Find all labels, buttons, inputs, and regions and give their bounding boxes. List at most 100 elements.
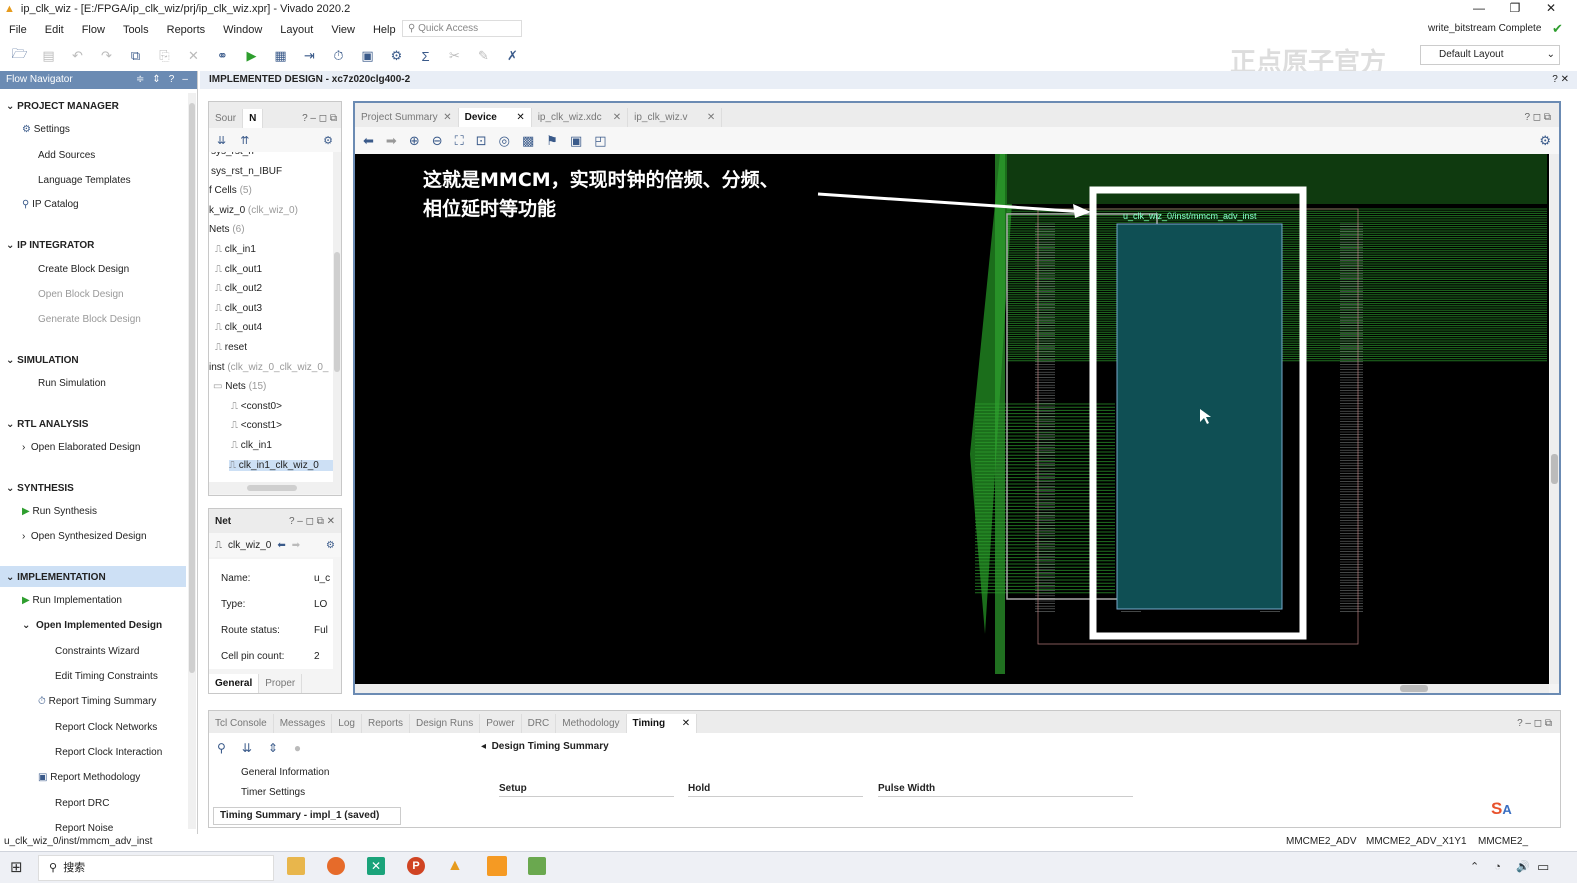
run-icon[interactable]: ▶ <box>242 47 261 65</box>
tab-log[interactable]: Log <box>332 714 362 733</box>
nav-open-block-design[interactable]: Open Block Design <box>38 289 124 300</box>
tab-project-summary[interactable]: Project Summary ✕ <box>355 108 459 127</box>
netlist-row[interactable]: inst (clk_wiz_0_clk_wiz_0_ <box>209 362 329 373</box>
search-icon[interactable]: ⚲ <box>217 741 226 755</box>
menu-help[interactable]: Help <box>364 24 405 36</box>
back-icon[interactable]: ⬅ <box>277 540 285 551</box>
forward-icon[interactable]: ➡ <box>386 133 397 149</box>
zoom-out-icon[interactable]: ⊖ <box>432 133 443 149</box>
netlist-row[interactable]: ⎍ clk_in1 <box>231 440 272 451</box>
minimize-icon[interactable]: — <box>1461 0 1497 18</box>
nav-open-implemented[interactable]: ⌄ Open Implemented Design <box>22 620 162 631</box>
nav-report-noise[interactable]: Report Noise <box>55 823 113 834</box>
section-project-manager[interactable]: ⌄ PROJECT MANAGER <box>6 101 119 112</box>
menu-edit[interactable]: Edit <box>36 24 73 36</box>
tab-tcl-console[interactable]: Tcl Console <box>209 714 274 733</box>
panel-controls-icon[interactable]: ≑⇕?– <box>136 71 196 89</box>
device-hscrollbar[interactable] <box>355 684 1549 693</box>
back-icon[interactable]: ⬅ <box>363 133 374 149</box>
netlist-row[interactable]: ⎍ <const1> <box>231 420 282 431</box>
gear-icon[interactable]: ⚙ <box>323 134 333 147</box>
layout-select[interactable]: Default Layout ⌄ <box>1420 45 1560 65</box>
section-implementation[interactable]: ⌄ IMPLEMENTATION <box>6 572 106 583</box>
tab-drc[interactable]: DRC <box>522 714 557 733</box>
nav-run-synthesis[interactable]: ▶ Run Synthesis <box>22 506 97 517</box>
expand-all-icon[interactable]: ⇈ <box>240 134 249 147</box>
maximize-icon[interactable]: ❐ <box>1497 0 1533 18</box>
device-view[interactable]: u_clk_wiz_0/inst/mmcm_adv_inst 这就是MMCM，实… <box>355 154 1549 684</box>
nav-run-implementation[interactable]: ▶ Run Implementation <box>22 595 122 606</box>
netlist-row[interactable]: ⎍ clk_in1 <box>215 244 256 255</box>
tab-reports[interactable]: Reports <box>362 714 410 733</box>
gear-icon[interactable]: ⚙ <box>1539 133 1551 149</box>
delete-icon[interactable]: ✕ <box>184 47 203 65</box>
nav-edit-timing[interactable]: Edit Timing Constraints <box>55 671 158 682</box>
netlist-row[interactable]: sys_rst_n <box>211 152 254 157</box>
tools-icon[interactable]: ✗ <box>503 47 522 65</box>
highlight-icon[interactable]: ◰ <box>594 133 606 149</box>
undo-icon[interactable]: ↶ <box>68 47 87 65</box>
nav-report-timing[interactable]: ⏱ Report Timing Summary <box>38 696 156 707</box>
netlist-row[interactable]: ⎍ <const0> <box>231 401 282 412</box>
powerpoint-icon[interactable]: P <box>407 857 425 875</box>
vivado-icon[interactable]: ▲ <box>447 857 463 875</box>
device-vscrollbar[interactable] <box>1550 154 1559 684</box>
tab-verilog[interactable]: ip_clk_wiz.v ✕ <box>628 108 723 127</box>
zoom-in-icon[interactable]: ⊕ <box>409 133 420 149</box>
flag-icon[interactable]: ⚑ <box>546 133 558 149</box>
quick-access-input[interactable]: ⚲ Quick Access <box>402 20 522 37</box>
tab-messages[interactable]: Messages <box>274 714 333 733</box>
nav-add-sources[interactable]: Add Sources <box>38 150 95 161</box>
zoom-area-icon[interactable]: ⊡ <box>476 133 487 149</box>
tab-general[interactable]: General <box>209 674 260 693</box>
paste-icon[interactable]: ⎘ <box>155 47 174 65</box>
nav-open-synthesized[interactable]: › Open Synthesized Design <box>22 531 147 542</box>
nav-report-drc[interactable]: Report DRC <box>55 798 109 809</box>
help-close-icon[interactable]: ? ✕ <box>1552 71 1569 89</box>
expand-all-icon[interactable]: ⇕ <box>268 741 278 755</box>
menu-flow[interactable]: Flow <box>73 24 114 36</box>
tab-design-runs[interactable]: Design Runs <box>410 714 481 733</box>
netlist-row[interactable]: ⎍ clk_out1 <box>215 264 262 275</box>
tab-sources[interactable]: Sour <box>209 109 244 128</box>
scrollbar[interactable] <box>333 152 341 482</box>
netlist-row[interactable]: ⎍ reset <box>215 342 247 353</box>
redo-icon[interactable]: ↷ <box>97 47 116 65</box>
gear-icon[interactable]: ⚙ <box>326 540 335 551</box>
menu-file[interactable]: File <box>0 24 36 36</box>
view-icon[interactable]: ▣ <box>570 133 582 149</box>
file-explorer-icon[interactable] <box>287 857 305 875</box>
app-icon[interactable] <box>487 856 507 876</box>
netlist-row[interactable]: ⎍ clk_in1_clk_wiz_0 <box>229 459 333 471</box>
menu-window[interactable]: Window <box>214 24 271 36</box>
close-icon[interactable]: ✕ <box>1533 0 1569 18</box>
forward-icon[interactable]: ➡ <box>292 540 300 551</box>
report-icon[interactable]: ▣ <box>358 47 377 65</box>
nav-report-clock-interaction[interactable]: Report Clock Interaction <box>55 747 162 758</box>
netlist-row[interactable]: Nets (6) <box>209 224 245 235</box>
menu-reports[interactable]: Reports <box>158 24 215 36</box>
edit-icon[interactable]: ✎ <box>474 47 493 65</box>
timer-icon[interactable]: ⏱ <box>329 47 348 65</box>
tab-properties[interactable]: Proper <box>259 674 303 693</box>
collapse-all-icon[interactable]: ⇊ <box>217 134 226 147</box>
timing-tree-timer[interactable]: Timer Settings <box>241 787 305 798</box>
panel-controls-icon[interactable]: ? – ◻ ⧉ ✕ <box>289 516 335 527</box>
nav-settings[interactable]: ⚙ Settings <box>22 124 70 135</box>
nav-create-block-design[interactable]: Create Block Design <box>38 264 129 275</box>
section-synthesis[interactable]: ⌄ SYNTHESIS <box>6 483 74 494</box>
tab-methodology[interactable]: Methodology <box>556 714 627 733</box>
panel-controls-icon[interactable]: ? – ◻ ⧉ <box>1509 714 1560 733</box>
menu-tools[interactable]: Tools <box>114 24 158 36</box>
tab-netlist[interactable]: N <box>243 109 264 128</box>
notification-icon[interactable]: ▭ <box>1537 859 1549 875</box>
gear-icon[interactable]: ⚙ <box>387 47 406 65</box>
netlist-row[interactable]: ▭ Nets (15) <box>213 381 266 392</box>
netlist-row[interactable]: ⎍ clk_out4 <box>215 322 262 333</box>
netlist-row[interactable]: f Cells (5) <box>209 185 252 196</box>
auto-connect-icon[interactable]: ⚭ <box>213 47 232 65</box>
copy-icon[interactable]: ⧉ <box>126 47 145 65</box>
cut-icon[interactable]: ✂ <box>445 47 464 65</box>
firefox-icon[interactable] <box>327 857 345 875</box>
tab-timing[interactable]: Timing ✕ <box>626 714 698 733</box>
